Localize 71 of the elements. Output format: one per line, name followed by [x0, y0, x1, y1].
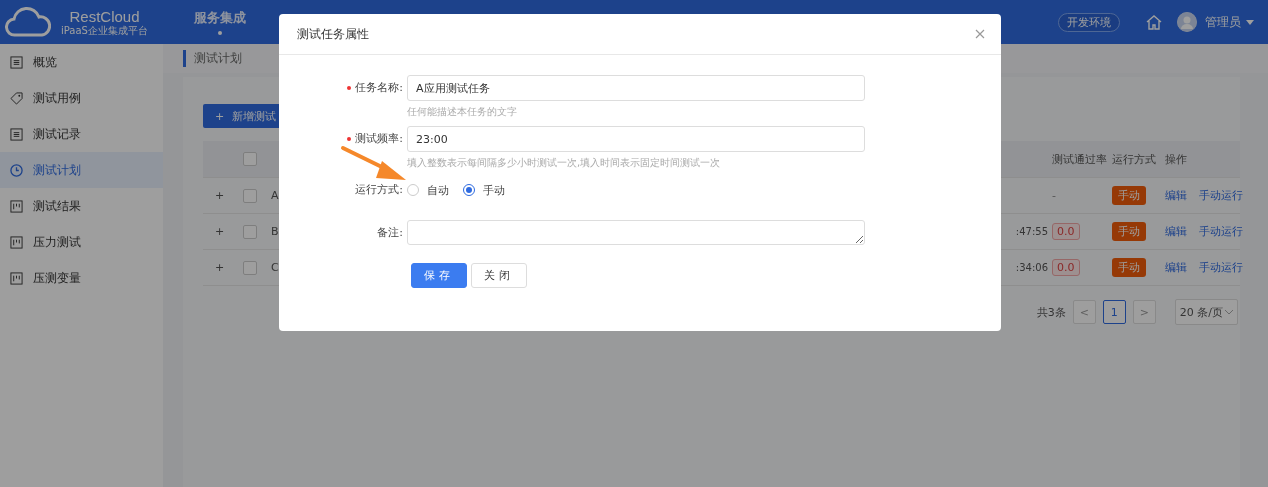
cloud-logo-icon [5, 6, 51, 38]
logo-subtitle: iPaaS企业集成平台 [61, 24, 148, 37]
next-page-button[interactable]: > [1132, 300, 1156, 324]
table-cell: C [271, 261, 279, 274]
action-link[interactable]: 编辑 [1165, 188, 1187, 203]
close-button[interactable]: 关闭 [471, 263, 527, 288]
action-link[interactable]: 编辑 [1165, 260, 1187, 275]
tag-icon [10, 91, 23, 105]
mode-tag: 手动 [1112, 258, 1146, 277]
table-cell: B [271, 225, 279, 238]
page-button[interactable]: 1 [1102, 300, 1126, 324]
save-button[interactable]: 保存 [411, 263, 467, 288]
page-title: 测试计划 [183, 50, 242, 67]
field-label: 备注: [377, 225, 403, 241]
close-icon[interactable] [975, 29, 985, 39]
chart-icon [10, 199, 23, 213]
nav-tab[interactable]: 服务集成 [194, 9, 246, 35]
action-link[interactable]: 手动运行 [1199, 188, 1243, 203]
sidebar-item[interactable]: 测试记录 [0, 116, 163, 152]
expand-button[interactable]: + [203, 225, 236, 238]
table-cell: :47:55 [1015, 226, 1048, 237]
chart-icon [10, 271, 23, 285]
total-count: 共3条 [1036, 304, 1066, 320]
clock-icon [10, 163, 23, 177]
column-header: 运行方式 [1112, 151, 1157, 167]
list-icon [10, 127, 23, 141]
environment-badge[interactable]: 开发环境 [1058, 12, 1120, 32]
table-cell: :34:06 [1015, 262, 1048, 273]
sidebar-item[interactable]: 测试结果 [0, 188, 163, 224]
sidebar-item[interactable]: 压测变量 [0, 260, 163, 296]
column-header: 操作 [1165, 151, 1188, 167]
rate-tag: 0.0 [1052, 259, 1080, 276]
field-label: 运行方式: [355, 182, 403, 198]
checkbox[interactable] [242, 152, 257, 166]
text-field[interactable]: 23:00 [407, 126, 865, 152]
chevron-down-icon [1225, 309, 1233, 315]
sidebar-item[interactable]: 概览 [0, 44, 163, 80]
radio-option[interactable]: 手动 [463, 182, 505, 198]
radio-option[interactable]: 自动 [407, 182, 449, 198]
notes-field[interactable] [407, 220, 865, 245]
rate-tag: 0.0 [1052, 223, 1080, 240]
page-size-select[interactable]: 20 条/页 [1174, 299, 1238, 325]
logo-title: RestCloud [69, 7, 140, 25]
checkbox[interactable] [242, 188, 257, 203]
sidebar-item[interactable]: 测试用例 [0, 80, 163, 116]
table-cell: A [271, 189, 279, 202]
dialog-title: 测试任务属性 [297, 25, 369, 43]
caret-icon[interactable] [1246, 19, 1254, 25]
text-field[interactable]: A应用测试任务 [407, 75, 865, 101]
field-hint: 任何能描述本任务的文字 [407, 105, 518, 119]
expand-button[interactable]: + [203, 189, 236, 202]
action-link[interactable]: 编辑 [1165, 224, 1187, 239]
list-icon [10, 55, 23, 69]
action-link[interactable]: 手动运行 [1199, 260, 1243, 275]
field-label: 任务名称: [355, 80, 403, 96]
chart-icon [10, 235, 23, 249]
action-link[interactable]: 手动运行 [1199, 224, 1243, 239]
avatar-icon[interactable] [1177, 12, 1197, 32]
checkbox[interactable] [242, 224, 257, 239]
expand-button[interactable]: + [203, 261, 236, 274]
field-label: 测试频率: [355, 131, 403, 147]
prev-page-button[interactable]: < [1072, 300, 1096, 324]
column-header: 测试通过率 [1052, 151, 1108, 167]
home-icon[interactable] [1145, 13, 1163, 31]
mode-tag: 手动 [1112, 222, 1146, 241]
user-name[interactable]: 管理员 [1205, 13, 1241, 31]
sidebar-item[interactable]: 压力测试 [0, 224, 163, 260]
sidebar-item[interactable]: 测试计划 [0, 152, 163, 188]
checkbox[interactable] [242, 260, 257, 275]
mode-tag: 手动 [1112, 186, 1146, 205]
table-cell-text: - [1052, 189, 1057, 202]
